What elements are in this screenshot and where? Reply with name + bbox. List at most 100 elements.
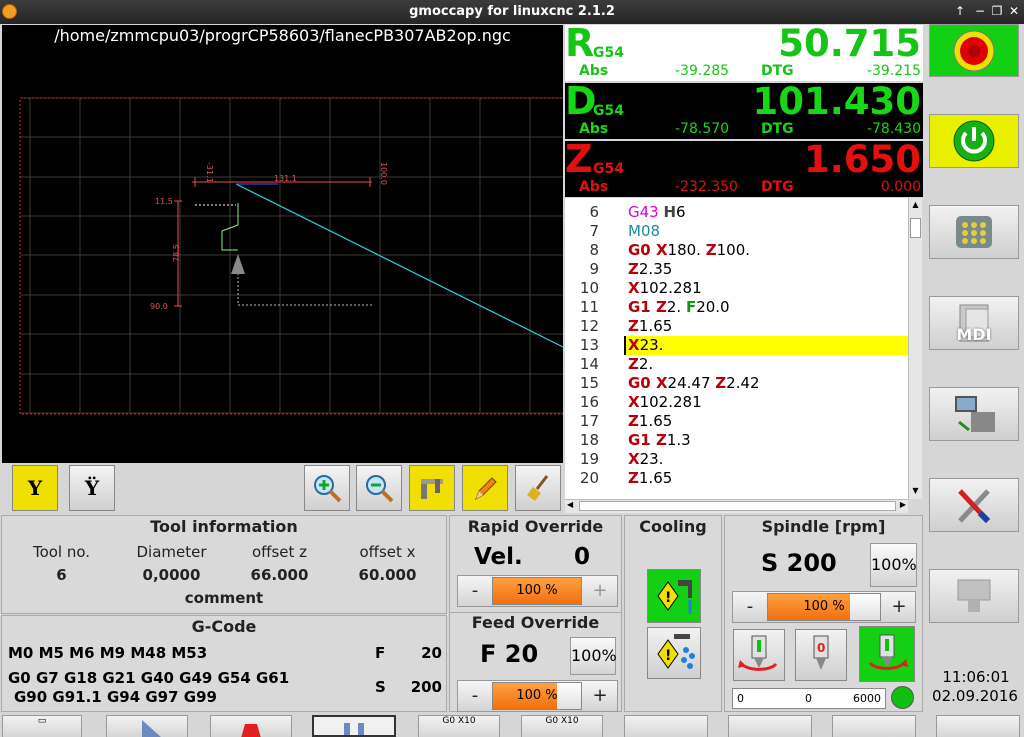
zoom-out-button[interactable]	[356, 465, 402, 511]
show-path-button[interactable]	[462, 465, 508, 511]
scroll-right-icon[interactable]: ▶	[900, 500, 906, 509]
estop-button[interactable]	[929, 24, 1019, 77]
dro-z[interactable]: Z G54 1.650 Abs -232.350 DTG 0.000	[565, 137, 923, 197]
gcode-line[interactable]: 20 Z1.65	[565, 469, 908, 488]
view-y-button[interactable]: Y	[12, 465, 58, 511]
emergency-stop-icon	[953, 30, 995, 71]
settings-button[interactable]	[929, 478, 1019, 532]
rapid-override-bar[interactable]: 100 %	[492, 577, 582, 605]
mdi-button[interactable]: MDI	[929, 296, 1019, 350]
gcode-vertical-scrollbar[interactable]: ▲ ▼	[908, 198, 922, 499]
stop-icon	[241, 724, 261, 737]
line-code: X23.	[628, 450, 664, 468]
macro-button-2[interactable]: G0 X10	[521, 715, 603, 737]
maximize-icon[interactable]: ❐	[989, 3, 1005, 19]
manual-mode-button[interactable]	[929, 205, 1019, 259]
gcode-line[interactable]: 11 G1 Z2. F20.0	[565, 298, 908, 317]
close-icon[interactable]: ✕	[1006, 3, 1022, 19]
gcode-line[interactable]: 19 X23.	[565, 450, 908, 469]
tool-info-title: Tool information	[150, 517, 298, 536]
dro-d-dtg-label: DTG	[761, 121, 794, 137]
power-button[interactable]	[929, 114, 1019, 168]
bottom-button-7[interactable]	[624, 715, 708, 737]
feed-minus-button[interactable]: -	[458, 681, 492, 711]
run-button[interactable]	[106, 715, 188, 737]
feed-override-frame: Feed Override F 20 100% - 100 % +	[449, 612, 622, 712]
dro-d-abs: -78.570	[675, 121, 730, 137]
gcode-line[interactable]: 9 Z2.35	[565, 260, 908, 279]
rapid-plus-button[interactable]: +	[583, 576, 617, 606]
spindle-reverse-button[interactable]	[733, 629, 785, 681]
gcode-line[interactable]: 17 Z1.65	[565, 412, 908, 431]
bottom-button-1[interactable]: ▭	[2, 715, 82, 737]
gcode-horizontal-scrollbar[interactable]: ◀ ▶	[565, 499, 908, 513]
gcode-line[interactable]: 7 M08	[565, 222, 908, 241]
spindle-reset-button[interactable]: 100%	[870, 543, 917, 587]
scroll-left-icon[interactable]: ◀	[567, 500, 573, 509]
auto-mode-button[interactable]	[929, 387, 1019, 441]
spindle-forward-button[interactable]	[859, 626, 915, 682]
gcode-line[interactable]: 10 X102.281	[565, 279, 908, 298]
bottom-button-8[interactable]	[728, 715, 812, 737]
stop-button[interactable]	[210, 715, 292, 737]
dro-d-axis: D	[565, 79, 597, 123]
minimize-icon[interactable]: −	[972, 3, 988, 19]
y-view-icon: Y	[27, 476, 43, 500]
scroll-thumb[interactable]	[910, 218, 921, 238]
svg-text:0: 0	[817, 641, 825, 655]
rapid-override-slider[interactable]: - 100 % +	[457, 575, 618, 607]
clear-plot-button[interactable]	[515, 465, 561, 511]
spindle-plus-button[interactable]: +	[882, 592, 916, 622]
rapid-minus-button[interactable]: -	[458, 576, 492, 606]
gcode-line[interactable]: 14 Z2.	[565, 355, 908, 374]
scroll-up-icon[interactable]: ▲	[910, 200, 921, 211]
speed-value: 200	[410, 678, 442, 696]
spindle-minus-button[interactable]: -	[733, 592, 767, 622]
gcode-line[interactable]: 12 Z1.65	[565, 317, 908, 336]
svg-text:!: !	[665, 648, 671, 664]
spindle-frame: Spindle [rpm] S 200 100% - 100 % + 0 0 0…	[724, 515, 923, 712]
spindle-stop-button[interactable]: 0	[795, 629, 847, 681]
line-number: 13	[579, 336, 599, 354]
mdi-label: MDI	[956, 325, 992, 344]
user-tabs-button[interactable]	[929, 569, 1019, 623]
macro-button-1[interactable]: G0 X10	[418, 715, 500, 737]
feed-plus-button[interactable]: +	[583, 681, 617, 711]
view-y2-button[interactable]: Ÿ	[69, 465, 115, 511]
bottom-button-9[interactable]	[832, 715, 916, 737]
gcode-line[interactable]: 18 G1 Z1.3	[565, 431, 908, 450]
spindle-override-slider[interactable]: - 100 % +	[732, 591, 916, 623]
line-number: 16	[579, 393, 599, 411]
gcode-line[interactable]: 6 G43 H6	[565, 203, 908, 222]
tool-info-frame: Tool information Tool no. Diameter offse…	[1, 515, 447, 614]
gcode-preview[interactable]: 131.1 11.5 90.0 78.5 -31.1 100.0 /home/z…	[2, 25, 563, 463]
scroll-down-icon[interactable]: ▼	[910, 486, 921, 497]
dimensions-button[interactable]	[409, 465, 455, 511]
pause-button[interactable]	[312, 715, 396, 737]
mist-button[interactable]: !	[647, 627, 701, 679]
hscroll-thumb[interactable]	[579, 501, 896, 511]
spindle-title: Spindle [rpm]	[761, 517, 886, 536]
dro-d[interactable]: D G54 101.430 Abs -78.570 DTG -78.430	[565, 79, 923, 139]
line-number: 20	[579, 469, 599, 487]
gcode-line[interactable]: 16 X102.281	[565, 393, 908, 412]
arrow-up-icon[interactable]: ↑	[952, 3, 968, 19]
zoom-in-button[interactable]	[304, 465, 350, 511]
dro-r[interactable]: R G54 50.715 Abs -39.285 DTG -39.215	[565, 21, 923, 81]
line-code: Z1.65	[628, 412, 673, 430]
spindle-override-bar[interactable]: 100 %	[767, 593, 881, 621]
feed-reset-button[interactable]: 100%	[570, 637, 617, 675]
svg-text:78.5: 78.5	[172, 244, 181, 262]
zoom-out-icon	[366, 475, 394, 503]
svg-text:!: !	[665, 590, 671, 606]
feed-override-slider[interactable]: - 100 % +	[457, 680, 618, 712]
feed-override-bar[interactable]: 100 %	[492, 682, 582, 710]
flood-coolant-icon: !	[657, 580, 692, 614]
flood-button[interactable]: !	[647, 569, 701, 623]
gcode-line[interactable]: 8 G0 X180. Z100.	[565, 241, 908, 260]
gcode-line[interactable]: 13 X23.	[565, 336, 908, 355]
gcode-line[interactable]: 15 G0 X24.47 Z2.42	[565, 374, 908, 393]
bottom-button-10[interactable]	[936, 715, 1020, 737]
clock-time: 11:06:01	[942, 668, 1010, 686]
gcode-view[interactable]: 6 G43 H6 7 M08 8 G0 X180. Z100. 9 Z2.35 10 X102.2…	[565, 198, 908, 499]
